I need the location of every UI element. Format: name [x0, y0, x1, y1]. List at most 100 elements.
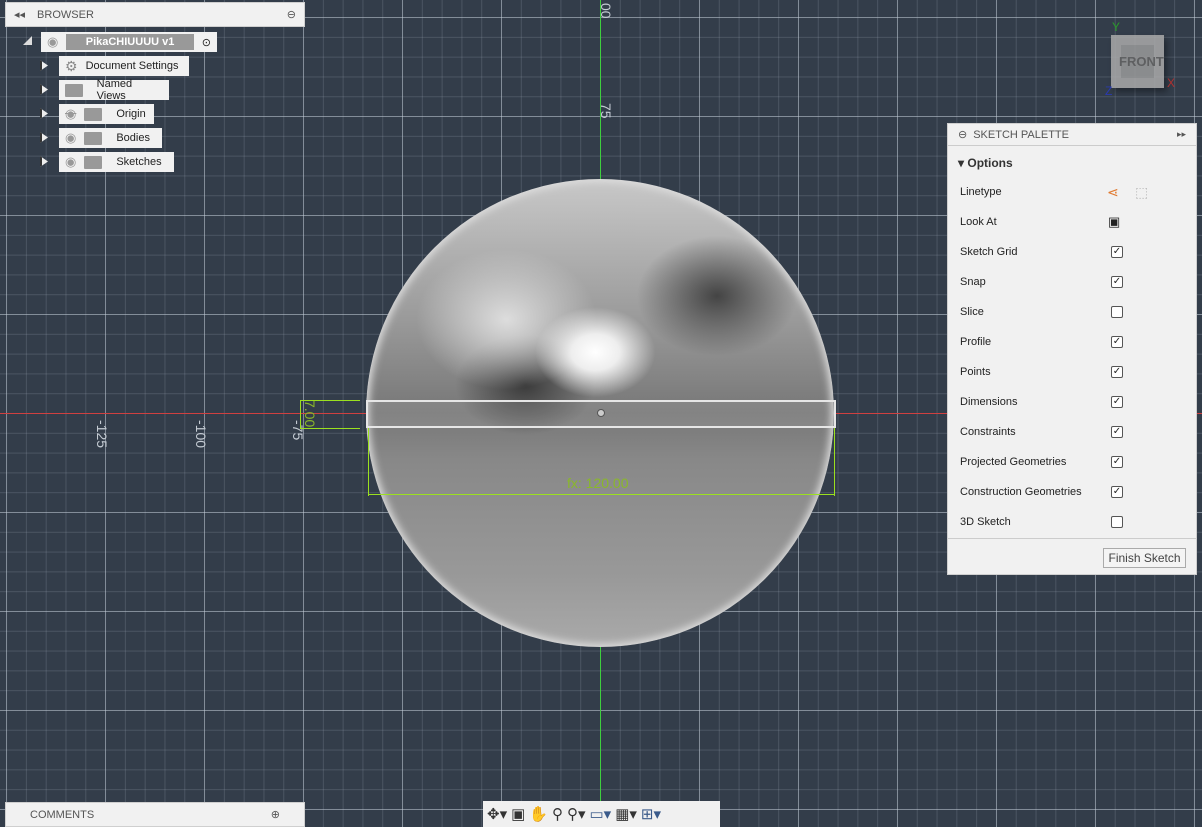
browser-header: ◂◂ BROWSER ⊖: [5, 2, 305, 27]
option-checkbox[interactable]: ✓: [1111, 366, 1123, 378]
sketch-palette: ⊖ SKETCH PALETTE ▸▸ ▾ Options Linetype ⋖ ⬚…: [947, 123, 1197, 575]
palette-option: Constraints ✓: [960, 417, 1190, 447]
browser-title: BROWSER: [37, 8, 94, 21]
option-label: Slice: [960, 306, 984, 318]
expand-arrow-icon[interactable]: [23, 36, 32, 45]
orbit-icon[interactable]: ✥▾: [487, 805, 507, 823]
palette-option: Sketch Grid ✓: [960, 237, 1190, 267]
option-label: Construction Geometries: [960, 486, 1082, 498]
palette-option: Slice: [960, 297, 1190, 327]
browser-root[interactable]: ◉ PikaCHIUUUU v1 ⊙: [41, 32, 217, 52]
option-checkbox[interactable]: ✓: [1111, 486, 1123, 498]
option-checkbox[interactable]: ✓: [1111, 276, 1123, 288]
zoom-icon[interactable]: ⚲: [552, 805, 563, 823]
palette-option: Dimensions ✓: [960, 387, 1190, 417]
eye-icon[interactable]: ◉: [65, 130, 76, 146]
minimize-icon[interactable]: ⊖: [287, 8, 296, 21]
look-at-icon[interactable]: ▣: [1108, 214, 1120, 230]
gear-icon: ⚙: [65, 57, 78, 74]
viewcube[interactable]: FRONT: [1111, 35, 1164, 88]
expand-arrow-icon[interactable]: [40, 84, 48, 95]
option-checkbox[interactable]: [1111, 516, 1123, 528]
palette-option: Snap ✓: [960, 267, 1190, 297]
look-at-icon[interactable]: ▣: [511, 805, 525, 823]
viewcube-face-front[interactable]: FRONT: [1119, 54, 1164, 69]
pan-icon[interactable]: ✋: [529, 805, 548, 823]
option-label: Profile: [960, 336, 992, 348]
navigation-toolbar: ✥▾ ▣ ✋ ⚲ ⚲▾ ▭▾ ▦▾ ⊞▾: [483, 801, 720, 827]
option-checkbox[interactable]: ✓: [1111, 426, 1123, 438]
option-checkbox[interactable]: ✓: [1111, 456, 1123, 468]
folder-icon: [65, 83, 83, 97]
viewports-icon[interactable]: ⊞▾: [641, 805, 661, 823]
browser-item-document-settings[interactable]: ⚙ Document Settings: [59, 56, 189, 76]
palette-option: Construction Geometries ✓: [960, 477, 1190, 507]
origin-point[interactable]: [597, 409, 605, 417]
palette-title: SKETCH PALETTE: [973, 128, 1069, 141]
width-dimension[interactable]: fx: 120.00: [567, 475, 629, 491]
options-section[interactable]: ▾ Options: [958, 156, 1013, 170]
comments-title: COMMENTS: [30, 808, 95, 821]
root-label: PikaCHIUUUU v1: [66, 34, 194, 50]
collapse-icon[interactable]: ◂◂: [14, 8, 25, 21]
eye-hidden-icon[interactable]: ◉: [65, 106, 76, 122]
ruler-label: 75: [598, 103, 614, 119]
look-at-label: Look At: [960, 216, 997, 228]
browser-item-named-views[interactable]: Named Views: [59, 78, 169, 102]
browser-item-origin[interactable]: ◉ Origin: [59, 104, 154, 124]
option-label: Projected Geometries: [960, 456, 1067, 468]
option-label: Snap: [960, 276, 986, 288]
option-checkbox[interactable]: ✓: [1111, 336, 1123, 348]
dimension-extension: [300, 428, 360, 429]
item-label: Bodies: [116, 132, 150, 144]
z-axis-label: Z: [1105, 84, 1113, 98]
item-label: Origin: [116, 108, 146, 120]
grid-snap-icon[interactable]: ▦▾: [615, 805, 637, 823]
expand-icon[interactable]: ▸▸: [1177, 129, 1186, 140]
expand-arrow-icon[interactable]: [40, 108, 48, 119]
ruler-label: -125: [94, 420, 110, 449]
dimension-line: [368, 494, 835, 495]
option-label: Points: [960, 366, 991, 378]
zoom-window-icon[interactable]: ⚲▾: [567, 805, 586, 823]
option-label: Dimensions: [960, 396, 1018, 408]
active-radio-icon[interactable]: ⊙: [202, 36, 211, 49]
expand-arrow-icon[interactable]: [40, 132, 48, 143]
expand-arrow-icon[interactable]: [40, 60, 48, 71]
display-settings-icon[interactable]: ▭▾: [590, 805, 612, 823]
option-label: Constraints: [960, 426, 1016, 438]
dimension-line: [300, 400, 301, 428]
item-label: Named Views: [96, 78, 133, 102]
option-checkbox[interactable]: ✓: [1111, 246, 1123, 258]
item-label: Sketches: [116, 156, 162, 168]
collapse-arrow-icon: ▾: [958, 156, 968, 170]
palette-option: Profile ✓: [960, 327, 1190, 357]
expand-arrow-icon[interactable]: [40, 156, 48, 167]
ruler-label: 00: [598, 3, 614, 19]
option-label: Sketch Grid: [960, 246, 1018, 258]
option-checkbox[interactable]: [1111, 306, 1123, 318]
eye-icon[interactable]: ◉: [47, 34, 58, 50]
comments-panel[interactable]: COMMENTS ⊕: [5, 802, 305, 827]
ruler-label: -100: [193, 420, 209, 449]
item-label: Document Settings: [85, 60, 179, 72]
height-dimension[interactable]: 7.00: [302, 400, 318, 427]
linetype-label: Linetype: [960, 186, 1002, 198]
x-axis-label: X: [1167, 76, 1176, 90]
minimize-icon[interactable]: ⊖: [958, 128, 967, 141]
browser-item-bodies[interactable]: ◉ Bodies: [59, 128, 162, 148]
finish-sketch-button[interactable]: Finish Sketch: [1103, 548, 1186, 568]
folder-icon: [84, 107, 103, 121]
construction-linetype-icon[interactable]: ⋖: [1107, 184, 1119, 201]
centerline-icon[interactable]: ⬚: [1135, 184, 1148, 201]
folder-icon: [84, 131, 103, 145]
eye-icon[interactable]: ◉: [65, 154, 76, 170]
palette-option: Projected Geometries ✓: [960, 447, 1190, 477]
section-label: Options: [967, 156, 1013, 170]
folder-icon: [84, 155, 103, 169]
palette-option: 3D Sketch: [960, 507, 1190, 537]
add-comment-icon[interactable]: ⊕: [271, 808, 280, 821]
dimension-extension: [368, 428, 369, 496]
browser-item-sketches[interactable]: ◉ Sketches: [59, 152, 174, 172]
option-checkbox[interactable]: ✓: [1111, 396, 1123, 408]
